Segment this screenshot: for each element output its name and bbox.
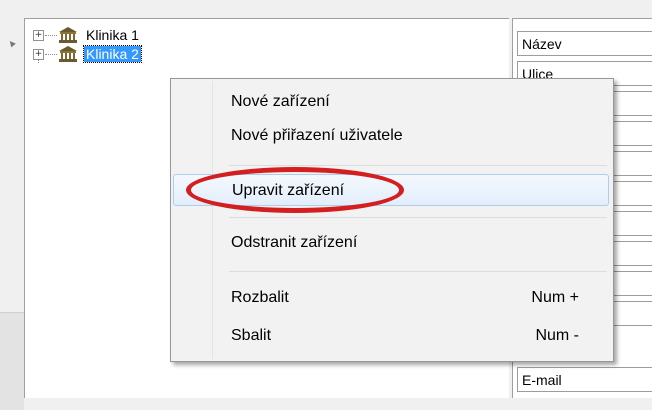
- context-menu: Nové zařízení Nové přiřazení uživatele U…: [170, 78, 614, 362]
- menu-separator: [229, 165, 607, 166]
- top-strip: [0, 0, 652, 12]
- menu-item-collapse[interactable]: Sbalit Num -: [173, 320, 609, 352]
- tree-node-klinika-2[interactable]: + Klinika 2: [33, 44, 142, 64]
- expand-icon[interactable]: +: [33, 29, 44, 41]
- menu-item-shortcut: Num +: [531, 289, 579, 306]
- menu-item-label: Rozbalit: [231, 289, 289, 306]
- menu-item-new-user-assignment[interactable]: Nové přiřazení uživatele: [173, 120, 609, 152]
- menu-item-shortcut: Num -: [535, 327, 579, 344]
- left-pane: ▲: [0, 12, 24, 410]
- menu-item-delete-device[interactable]: Odstranit zařízení: [173, 227, 609, 259]
- property-field-nazev[interactable]: Název: [517, 31, 652, 56]
- menu-item-new-device[interactable]: Nové zařízení: [173, 86, 609, 118]
- expand-icon[interactable]: +: [33, 48, 44, 60]
- property-field-email[interactable]: E-mail: [517, 367, 652, 392]
- menu-item-expand[interactable]: Rozbalit Num +: [173, 282, 609, 314]
- tree-node-label[interactable]: Klinika 1: [84, 27, 141, 43]
- tree-connector: [45, 34, 57, 36]
- bank-icon: [59, 27, 77, 43]
- menu-item-label: Nové zařízení: [231, 93, 330, 110]
- menu-item-label: Sbalit: [231, 327, 272, 344]
- menu-separator: [229, 271, 607, 272]
- arrow-icon[interactable]: ▲: [5, 36, 20, 51]
- annotation-oval: [186, 167, 404, 213]
- menu-separator: [229, 217, 607, 218]
- tree-node-klinika-1[interactable]: + Klinika 1: [33, 25, 141, 45]
- menu-item-label: Odstranit zařízení: [231, 234, 358, 251]
- left-scrollbar[interactable]: [0, 312, 24, 410]
- tree-node-label[interactable]: Klinika 2: [83, 45, 142, 63]
- tree-connector: [45, 53, 57, 55]
- menu-item-label: Nové přiřazení uživatele: [231, 127, 403, 144]
- bank-icon: [59, 46, 77, 62]
